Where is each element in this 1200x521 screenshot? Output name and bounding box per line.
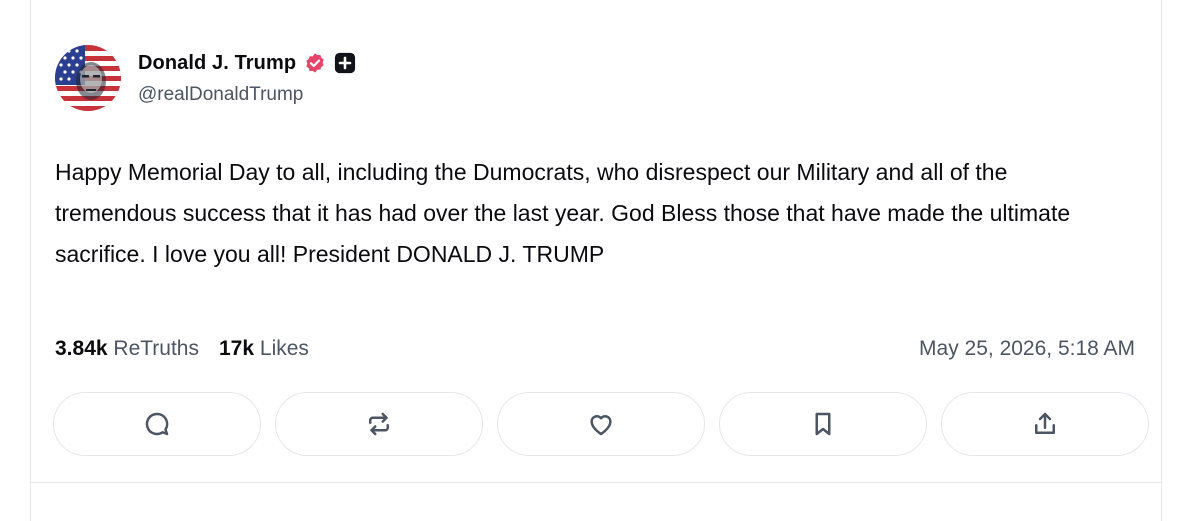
share-button[interactable] [941, 392, 1149, 456]
bookmark-button[interactable] [719, 392, 927, 456]
reply-button[interactable] [53, 392, 261, 456]
post-stats: 3.84k ReTruths 17k Likes [55, 337, 309, 361]
author-name-row: Donald J. Trump [138, 50, 356, 76]
likes-count: 17k [219, 337, 255, 360]
like-button[interactable] [497, 392, 705, 456]
comment-icon [145, 412, 169, 436]
author-display-name[interactable]: Donald J. Trump [138, 52, 296, 75]
heart-icon [590, 415, 612, 436]
bookmark-icon [815, 412, 831, 436]
next-post-card [30, 481, 1162, 521]
post-timestamp[interactable]: May 25, 2026, 5:18 AM [919, 337, 1135, 361]
retruths-stat[interactable]: 3.84k ReTruths [55, 337, 199, 361]
author-handle[interactable]: @realDonaldTrump [138, 84, 303, 106]
likes-label: Likes [259, 337, 309, 360]
plus-badge-icon [334, 52, 356, 74]
verified-badge-icon [304, 52, 326, 74]
retruths-count: 3.84k [55, 337, 108, 360]
avatar[interactable] [55, 45, 121, 111]
repost-icon [369, 412, 389, 436]
retruths-label: ReTruths [113, 337, 199, 360]
flag-face-avatar-icon [55, 45, 121, 111]
likes-stat[interactable]: 17k Likes [219, 337, 309, 361]
post-body-text: Happy Memorial Day to all, including the… [55, 159, 1071, 267]
retruth-button[interactable] [275, 392, 483, 456]
share-icon [1035, 412, 1055, 434]
post-action-bar [53, 392, 1149, 456]
